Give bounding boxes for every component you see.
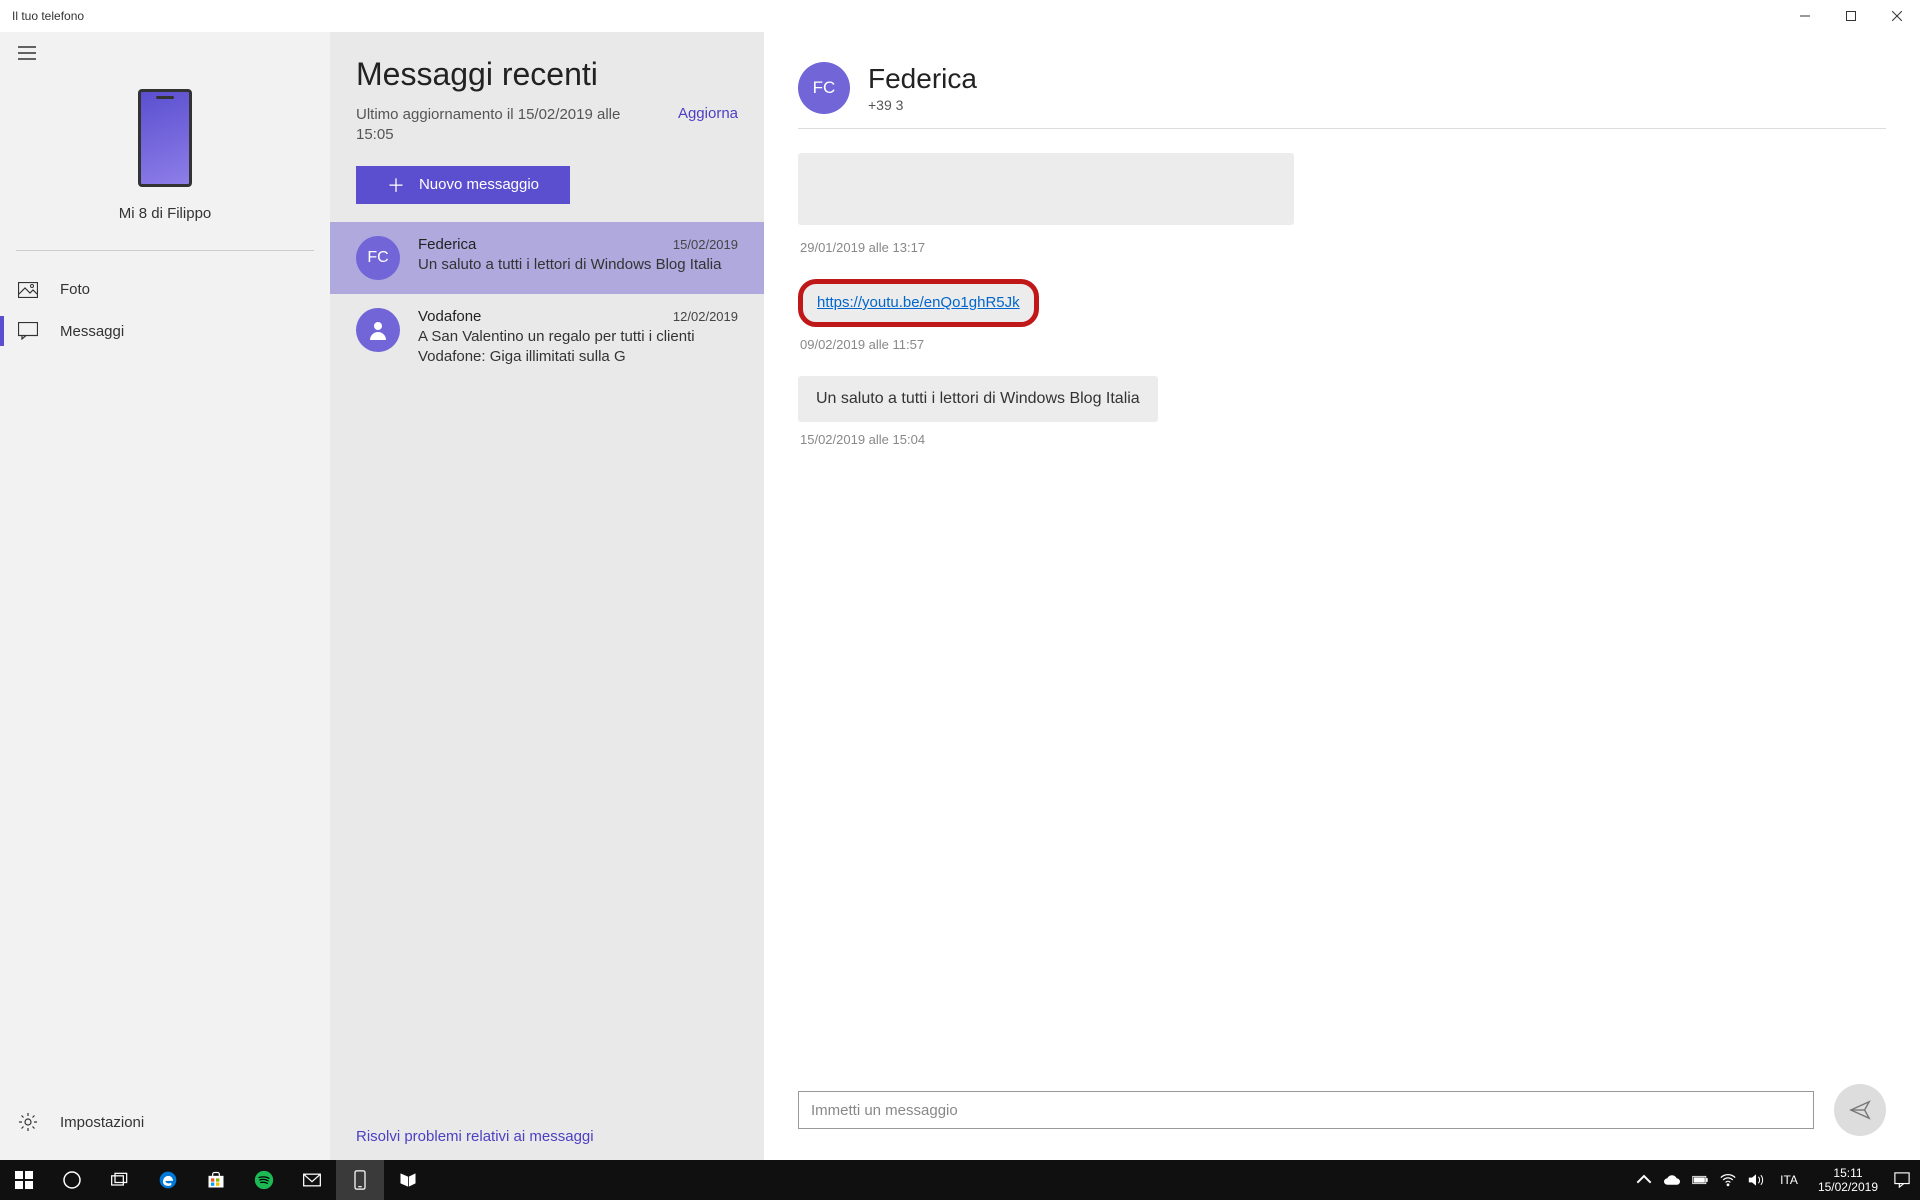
chat-contact-name: Federica (868, 63, 977, 95)
messages-title: Messaggi recenti (356, 56, 738, 93)
chat-avatar: FC (798, 62, 850, 114)
tray-onedrive-icon[interactable] (1660, 1160, 1684, 1200)
message-bubble: Un saluto a tutti i lettori di Windows B… (798, 376, 1158, 422)
message-timestamp: 15/02/2019 alle 15:04 (800, 432, 1886, 447)
sidebar-item-settings[interactable]: Impostazioni (0, 1100, 330, 1144)
message-input[interactable] (798, 1091, 1814, 1129)
message-bubble: https://youtu.be/enQo1ghR5Jk (798, 279, 1039, 327)
message-link[interactable]: https://youtu.be/enQo1ghR5Jk (817, 294, 1020, 311)
taskbar-app-mail[interactable] (288, 1160, 336, 1200)
conversation-preview: A San Valentino un regalo per tutti i cl… (418, 327, 738, 368)
message-timestamp: 29/01/2019 alle 13:17 (800, 240, 1886, 255)
tray-wifi-icon[interactable] (1716, 1160, 1740, 1200)
conversation-date: 15/02/2019 (673, 237, 738, 252)
conversation-item[interactable]: Vodafone 12/02/2019 A San Valentino un r… (330, 294, 764, 382)
sidebar-item-messages[interactable]: Messaggi (0, 310, 330, 352)
conversation-name: Federica (418, 236, 476, 253)
phone-label: Mi 8 di Filippo (119, 205, 212, 222)
gear-icon (18, 1112, 38, 1132)
tray-volume-icon[interactable] (1744, 1160, 1768, 1200)
troubleshoot-link[interactable]: Risolvi problemi relativi ai messaggi (356, 1128, 594, 1145)
chat-contact-phone: +39 3 (868, 97, 977, 113)
message-timestamp: 09/02/2019 alle 11:57 (800, 337, 1886, 352)
conversation-preview: Un saluto a tutti i lettori di Windows B… (418, 255, 738, 275)
taskbar-app-store[interactable] (192, 1160, 240, 1200)
tray-language[interactable]: ITA (1772, 1173, 1806, 1187)
minimize-button[interactable] (1782, 0, 1828, 32)
taskbar-app-edge[interactable] (144, 1160, 192, 1200)
nav: Foto Messaggi (0, 269, 330, 1100)
tray-notifications-icon[interactable] (1890, 1160, 1914, 1200)
close-button[interactable] (1874, 0, 1920, 32)
taskbar-app-spotify[interactable] (240, 1160, 288, 1200)
chat-header: FC Federica +39 3 (798, 62, 1892, 114)
sidebar-item-photos[interactable]: Foto (0, 269, 330, 310)
hamburger-button[interactable] (0, 32, 330, 79)
phone-icon (138, 89, 192, 187)
sidebar: Mi 8 di Filippo Foto Messaggi (0, 32, 330, 1160)
window-controls (1782, 0, 1920, 32)
conversation-name: Vodafone (418, 308, 481, 325)
start-button[interactable] (0, 1160, 48, 1200)
avatar: FC (356, 236, 400, 280)
titlebar: Il tuo telefono (0, 0, 1920, 32)
tray-date: 15/02/2019 (1818, 1180, 1878, 1194)
message-icon (18, 322, 38, 340)
tray-clock[interactable]: 15:11 15/02/2019 (1810, 1166, 1886, 1195)
avatar (356, 308, 400, 352)
tray-battery-icon[interactable] (1688, 1160, 1712, 1200)
task-view-button[interactable] (96, 1160, 144, 1200)
taskbar: ITA 15:11 15/02/2019 (0, 1160, 1920, 1200)
chat-pane: FC Federica +39 3 29/01/2019 alle 13:17 … (764, 32, 1920, 1160)
last-update-text: Ultimo aggiornamento il 15/02/2019 alle … (356, 105, 636, 146)
send-button[interactable] (1834, 1084, 1886, 1136)
cortana-button[interactable] (48, 1160, 96, 1200)
conversation-item[interactable]: FC Federica 15/02/2019 Un saluto a tutti… (330, 222, 764, 294)
window-title: Il tuo telefono (12, 9, 84, 23)
new-message-button[interactable]: ＋ Nuovo messaggio (356, 166, 570, 204)
divider (16, 250, 314, 251)
chat-body: 29/01/2019 alle 13:17 https://youtu.be/e… (792, 153, 1892, 1084)
new-message-label: Nuovo messaggio (419, 176, 539, 193)
taskbar-app-generic[interactable] (384, 1160, 432, 1200)
sidebar-item-label: Impostazioni (60, 1114, 144, 1131)
messages-column: Messaggi recenti Ultimo aggiornamento il… (330, 32, 764, 1160)
plus-icon: ＋ (387, 172, 405, 198)
phone-graphic: Mi 8 di Filippo (0, 79, 330, 242)
maximize-button[interactable] (1828, 0, 1874, 32)
taskbar-app-yourphone[interactable] (336, 1160, 384, 1200)
tray-time: 15:11 (1818, 1166, 1878, 1180)
conversation-date: 12/02/2019 (673, 309, 738, 324)
app-body: Mi 8 di Filippo Foto Messaggi (0, 32, 1920, 1160)
divider (798, 128, 1886, 129)
tray-chevron-icon[interactable] (1632, 1160, 1656, 1200)
message-bubble (798, 153, 1294, 225)
sidebar-item-label: Messaggi (60, 323, 124, 340)
refresh-link[interactable]: Aggiorna (678, 105, 738, 122)
photo-icon (18, 282, 38, 298)
conversation-list: FC Federica 15/02/2019 Un saluto a tutti… (330, 222, 764, 1119)
sidebar-item-label: Foto (60, 281, 90, 298)
chat-input-row (792, 1084, 1892, 1142)
